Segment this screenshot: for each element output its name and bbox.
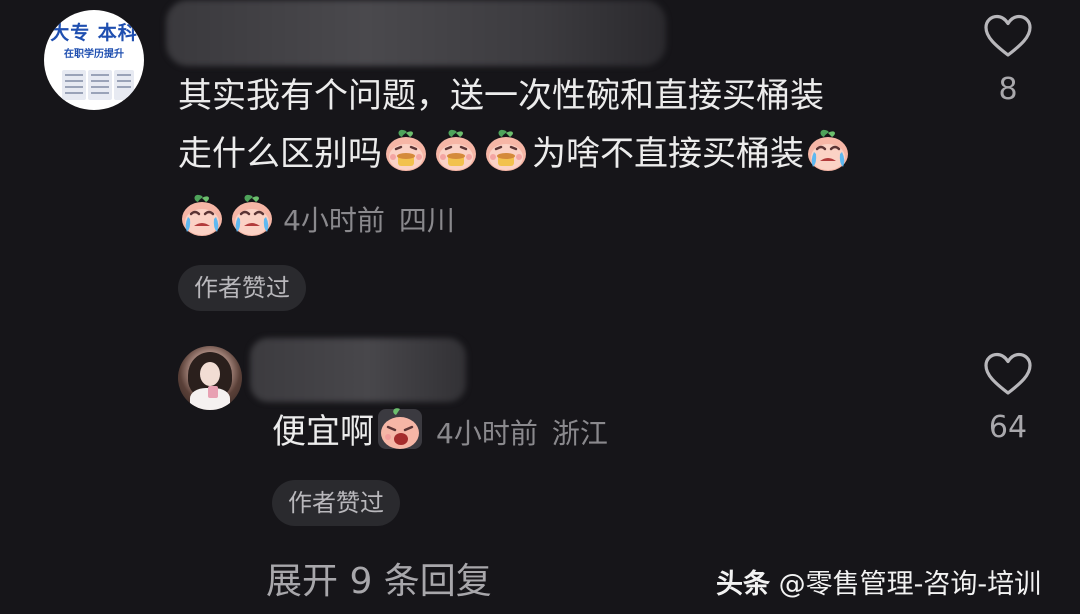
like-count: 64 bbox=[988, 410, 1028, 445]
comment-text-segment: 走什么区别吗 bbox=[178, 134, 382, 174]
heart-icon[interactable] bbox=[983, 352, 1033, 396]
peach-crying-emoji bbox=[178, 192, 226, 238]
comment-text-line-3: 4小时前 四川 bbox=[178, 192, 469, 239]
comment-text-line-2: 走什么区别吗 为啥不直接买桶装 bbox=[178, 126, 854, 182]
commenter-avatar[interactable]: 大专 本科 在职学历提升 bbox=[44, 10, 144, 110]
reply-location: 浙江 bbox=[551, 417, 608, 450]
reply-meta: 4小时前 浙江 bbox=[436, 417, 622, 450]
avatar-card-graphic bbox=[88, 70, 112, 100]
replier-avatar[interactable] bbox=[178, 346, 242, 410]
avatar-subtitle-text: 在职学历提升 bbox=[64, 49, 124, 60]
peach-eating-emoji bbox=[432, 127, 480, 173]
like-count: 8 bbox=[998, 72, 1018, 107]
heart-icon[interactable] bbox=[983, 14, 1033, 58]
expand-replies-link[interactable]: 展开 9 条回复 bbox=[266, 552, 492, 604]
comment-text-line-1: 其实我有个问题，送一次性碗和直接买桶装 bbox=[178, 76, 824, 116]
reply-content-line: 便宜啊 4小时前 浙江 bbox=[272, 404, 622, 460]
author-liked-badge: 作者赞过 bbox=[178, 265, 306, 311]
avatar-card-graphic bbox=[114, 70, 134, 100]
peach-wailing-emoji bbox=[376, 405, 424, 451]
comment-meta: 4小时前 四川 bbox=[283, 204, 469, 237]
peach-crying-emoji bbox=[228, 192, 276, 238]
comment-text-segment: 为啥不直接买桶装 bbox=[532, 134, 804, 174]
commenter-username-blurred[interactable] bbox=[166, 0, 666, 66]
peach-eating-emoji bbox=[482, 127, 530, 173]
author-liked-badge: 作者赞过 bbox=[272, 480, 400, 526]
source-watermark: 头条 @零售管理-咨询-培训 bbox=[716, 562, 1041, 601]
comment-location: 四川 bbox=[398, 204, 455, 237]
peach-crying-emoji bbox=[804, 127, 852, 173]
avatar-title-text: 大专 本科 bbox=[50, 22, 138, 44]
reply-timestamp: 4小时前 bbox=[436, 417, 538, 450]
reply-text: 便宜啊 bbox=[272, 412, 374, 452]
watermark-account: @零售管理-咨询-培训 bbox=[778, 569, 1042, 600]
watermark-source: 头条 bbox=[716, 569, 770, 600]
comment-timestamp: 4小时前 bbox=[283, 204, 385, 237]
peach-eating-emoji bbox=[382, 127, 430, 173]
replier-username-blurred[interactable] bbox=[250, 338, 466, 402]
avatar-card-graphic bbox=[62, 70, 86, 100]
